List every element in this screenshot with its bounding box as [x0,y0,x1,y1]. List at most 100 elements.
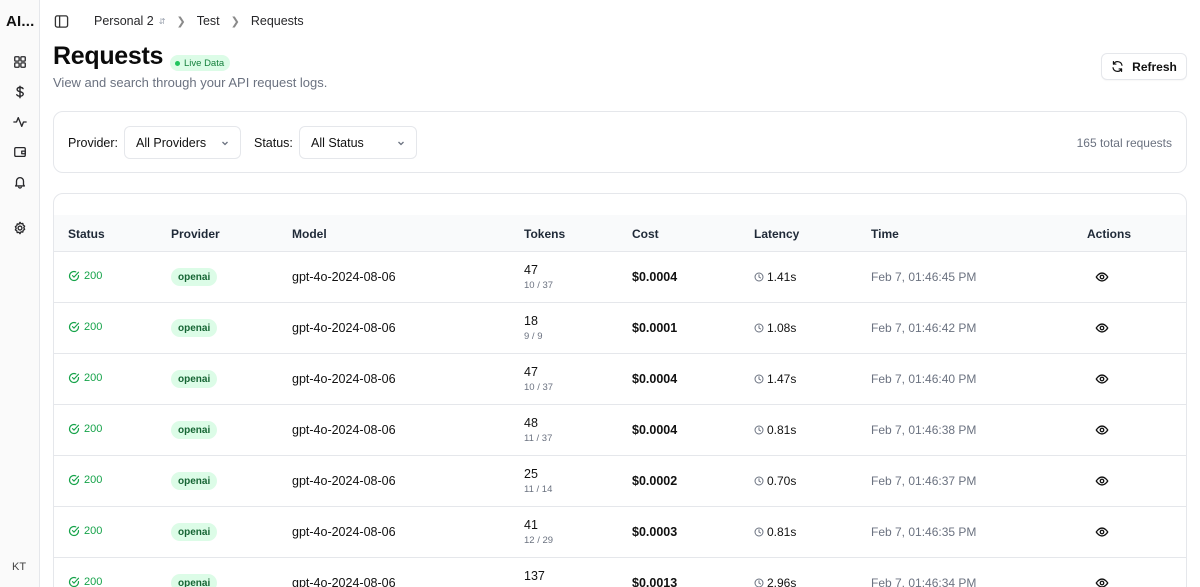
check-circle-icon [68,270,80,282]
column-header-model[interactable]: Model [292,227,327,241]
view-details-eye-icon[interactable] [1093,421,1111,439]
status-filter-label: Status: [254,136,293,150]
column-header-status[interactable]: Status [68,227,105,241]
topbar: Personal 2 ⇵ ❯ Test ❯ Requests [40,0,1200,42]
status-cell: 200 [68,525,102,537]
column-header-latency[interactable]: Latency [754,227,799,241]
timestamp: Feb 7, 01:46:45 PM [871,270,977,284]
latency-cell: 1.08s [754,321,796,335]
column-header-tokens[interactable]: Tokens [524,227,565,241]
status-code: 200 [84,372,103,384]
dollar-icon[interactable] [11,83,29,101]
latency-value: 0.70s [767,474,797,488]
wallet-icon[interactable] [11,143,29,161]
table-row[interactable]: 200 openai gpt-4o-2024-08-06 41 12 / 29 $0.00… [54,507,1186,558]
clock-icon [754,374,764,384]
tokens-split: 12 / 29 [524,535,554,546]
check-circle-icon [68,525,80,537]
bell-icon[interactable] [11,173,29,191]
clock-icon [754,527,764,537]
status-cell: 200 [68,372,102,384]
clock-icon [754,323,764,333]
table-row[interactable]: 200 openai gpt-4o-2024-08-06 18 9 / 9 $0.0001… [54,303,1186,354]
activity-icon[interactable] [11,113,29,131]
view-details-eye-icon[interactable] [1093,574,1111,587]
column-header-time[interactable]: Time [871,227,899,241]
status-code: 200 [84,270,103,282]
model-name: gpt-4o-2024-08-06 [292,321,396,335]
timestamp: Feb 7, 01:46:38 PM [871,423,977,437]
live-dot-icon [175,60,180,66]
cost-value: $0.0013 [632,576,678,587]
provider-badge: openai [171,472,218,490]
view-details-eye-icon[interactable] [1093,523,1111,541]
refresh-button[interactable]: Refresh [1101,53,1187,80]
timestamp: Feb 7, 01:46:42 PM [871,321,977,335]
breadcrumb: Personal 2 ⇵ ❯ Test ❯ Requests [94,14,304,28]
status-select[interactable]: All Status [299,126,417,159]
breadcrumb-workspace[interactable]: Personal 2 [94,14,154,28]
status-cell: 200 [68,423,102,435]
latency-cell: 0.81s [754,423,796,437]
tokens-split: 11 / 37 [524,433,553,444]
check-circle-icon [68,423,80,435]
view-details-eye-icon[interactable] [1093,472,1111,490]
column-header-provider[interactable]: Provider [171,227,220,241]
model-name: gpt-4o-2024-08-06 [292,525,396,539]
latency-value: 2.96s [767,576,797,587]
chevron-down-icon [398,141,404,146]
user-avatar[interactable]: KT [12,561,26,573]
breadcrumb-project[interactable]: Test [197,14,220,28]
app-brand[interactable]: AI... [6,13,35,30]
view-details-eye-icon[interactable] [1093,268,1111,286]
table-row[interactable]: 200 openai gpt-4o-2024-08-06 25 11 / 14 $0.00… [54,456,1186,507]
live-data-badge: Live Data [170,55,231,71]
view-details-eye-icon[interactable] [1093,319,1111,337]
table-row[interactable]: 200 openai gpt-4o-2024-08-06 47 10 / 37 $0.00… [54,354,1186,405]
tokens-total: 25 [524,467,538,481]
status-code: 200 [84,576,103,587]
cost-value: $0.0004 [632,372,678,386]
tokens-total: 47 [524,263,538,277]
provider-select[interactable]: All Providers [124,126,241,159]
cost-value: $0.0001 [632,321,678,335]
refresh-label: Refresh [1132,59,1177,74]
tokens-split: 9 / 9 [524,331,543,342]
latency-value: 1.08s [767,321,797,335]
table-row[interactable]: 200 openai gpt-4o-2024-08-06 48 11 / 37 $0.00… [54,405,1186,456]
total-requests-count: 165 total requests [1076,136,1172,150]
table-row[interactable]: 200 openai gpt-4o-2024-08-06 137 $0.0013 2.96… [54,558,1186,587]
status-code: 200 [84,321,103,333]
provider-badge: openai [171,268,218,286]
tokens-split: 10 / 37 [524,280,554,291]
page-title: Requests [53,42,164,70]
cost-value: $0.0004 [632,423,678,437]
dashboard-icon[interactable] [11,53,29,71]
model-name: gpt-4o-2024-08-06 [292,423,396,437]
sidebar-toggle-icon[interactable] [54,14,69,29]
tokens-total: 137 [524,569,545,583]
view-details-eye-icon[interactable] [1093,370,1111,388]
latency-cell: 0.81s [754,525,796,539]
chevron-down-icon [222,141,228,146]
table-row[interactable]: 200 openai gpt-4o-2024-08-06 47 10 / 37 $0.00… [54,252,1186,303]
page-subtitle: View and search through your API request… [53,75,328,90]
column-header-cost[interactable]: Cost [632,227,659,241]
cost-value: $0.0002 [632,474,678,488]
provider-badge: openai [171,370,218,388]
tokens-total: 41 [524,518,538,532]
provider-badge: openai [171,421,218,439]
clock-icon [754,476,764,486]
latency-cell: 2.96s [754,576,796,587]
model-name: gpt-4o-2024-08-06 [292,270,396,284]
chevron-updown-icon[interactable]: ⇵ [159,17,166,26]
column-header-actions: Actions [1087,227,1132,241]
timestamp: Feb 7, 01:46:40 PM [871,372,977,386]
check-circle-icon [68,474,80,486]
settings-icon[interactable] [11,219,29,237]
status-cell: 200 [68,321,102,333]
latency-value: 1.47s [767,372,797,386]
clock-icon [754,425,764,435]
tokens-split: 11 / 14 [524,484,553,495]
model-name: gpt-4o-2024-08-06 [292,474,396,488]
